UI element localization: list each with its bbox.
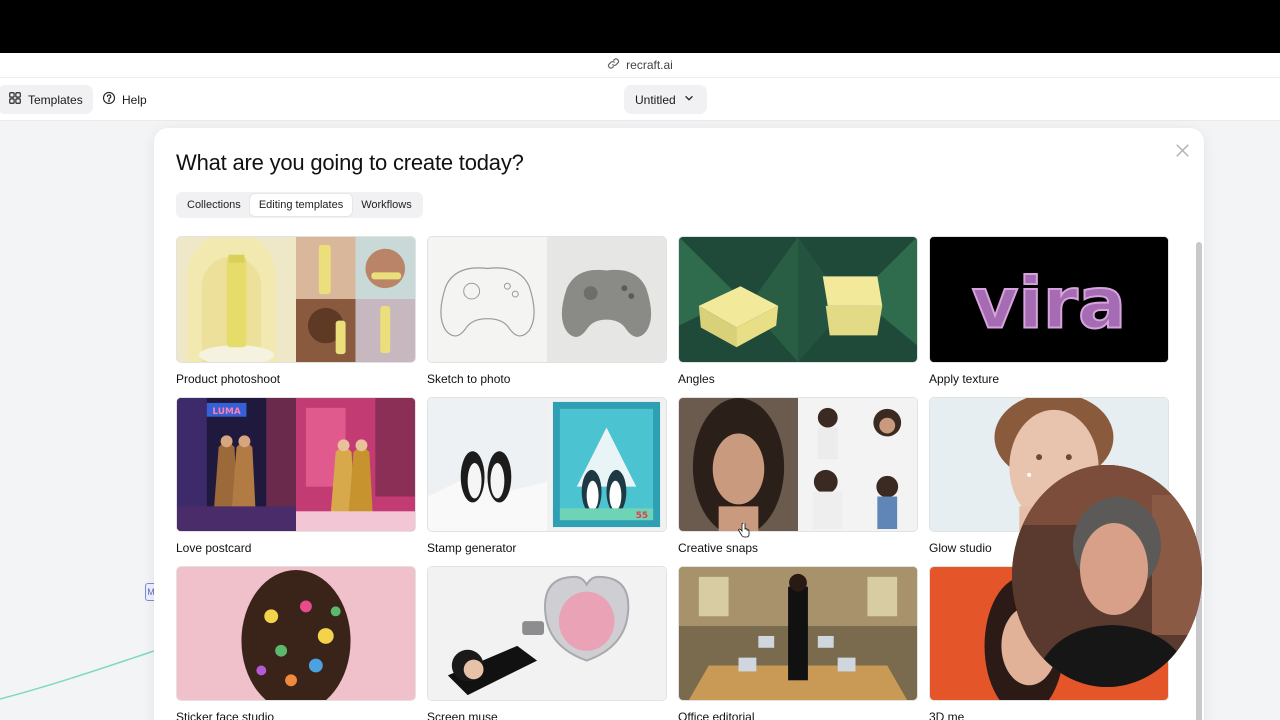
template-card-apply-texture[interactable]: vira Apply texture xyxy=(929,236,1169,386)
template-label: Apply texture xyxy=(929,372,1000,386)
template-card-product-photoshoot[interactable]: Product photoshoot xyxy=(176,236,416,386)
template-thumbnail: 55 xyxy=(427,397,667,532)
modal-title: What are you going to create today? xyxy=(176,150,524,175)
template-card-stamp-generator[interactable]: 55 Stamp generator xyxy=(427,397,667,555)
tab-workflows[interactable]: Workflows xyxy=(352,194,421,216)
template-label: Creative snaps xyxy=(678,541,759,555)
template-card-sketch-to-photo[interactable]: Sketch to photo xyxy=(427,236,667,386)
template-label: Screen muse xyxy=(427,710,498,720)
template-label: Sketch to photo xyxy=(427,372,511,386)
tab-editing-templates[interactable]: Editing templates xyxy=(249,194,353,216)
template-label: Office editorial xyxy=(678,710,755,720)
presenter-webcam-overlay xyxy=(1012,465,1202,687)
template-thumbnail xyxy=(678,236,918,363)
help-button-label: Help xyxy=(122,92,147,107)
template-card-office-editorial[interactable]: Office editorial xyxy=(678,566,918,720)
template-thumbnail xyxy=(176,236,416,363)
link-icon xyxy=(607,57,620,73)
template-thumbnail xyxy=(427,236,667,363)
hand-pointer-icon xyxy=(738,521,750,539)
template-label: Angles xyxy=(678,372,715,386)
chevron-down-icon xyxy=(682,91,696,108)
template-label: 3D me xyxy=(929,710,965,720)
template-thumbnail xyxy=(678,566,918,701)
template-thumbnail: vira xyxy=(929,236,1169,363)
neon-sign-text: LUMA xyxy=(212,407,240,417)
template-card-angles[interactable]: Angles xyxy=(678,236,918,386)
template-label: Product photoshoot xyxy=(176,372,281,386)
template-thumbnail xyxy=(427,566,667,701)
templates-button[interactable]: Templates xyxy=(0,85,93,114)
document-title-dropdown[interactable]: Untitled xyxy=(624,85,707,114)
template-label: Stamp generator xyxy=(427,541,517,555)
close-icon[interactable] xyxy=(1174,142,1191,159)
template-thumbnail xyxy=(678,397,918,532)
help-button[interactable]: Help xyxy=(92,85,157,114)
modal-scrollbar[interactable] xyxy=(1196,242,1202,720)
template-thumbnail xyxy=(176,566,416,701)
template-thumbnail: LUMA xyxy=(176,397,416,532)
help-circle-icon xyxy=(102,91,116,108)
tab-collections[interactable]: Collections xyxy=(178,194,250,216)
template-tabs: Collections Editing templates Workflows xyxy=(176,192,423,218)
screen-top-bar xyxy=(0,0,1280,53)
template-card-love-postcard[interactable]: LUMA Love postcard xyxy=(176,397,416,555)
template-label: Love postcard xyxy=(176,541,252,555)
templates-button-label: Templates xyxy=(28,92,83,107)
template-card-screen-muse[interactable]: Screen muse xyxy=(427,566,667,720)
template-label: Sticker face studio xyxy=(176,710,275,720)
app-header: Templates Help Untitled xyxy=(0,78,1280,121)
texture-word: vira xyxy=(972,262,1126,345)
browser-url: recraft.ai xyxy=(626,58,673,72)
template-card-creative-snaps[interactable]: Creative snaps xyxy=(678,397,918,555)
browser-url-bar[interactable]: recraft.ai xyxy=(0,53,1280,78)
templates-grid-icon xyxy=(8,91,22,108)
template-card-sticker-face-studio[interactable]: Sticker face studio xyxy=(176,566,416,720)
stamp-value-text: 55 xyxy=(636,511,648,521)
document-title: Untitled xyxy=(635,92,676,107)
